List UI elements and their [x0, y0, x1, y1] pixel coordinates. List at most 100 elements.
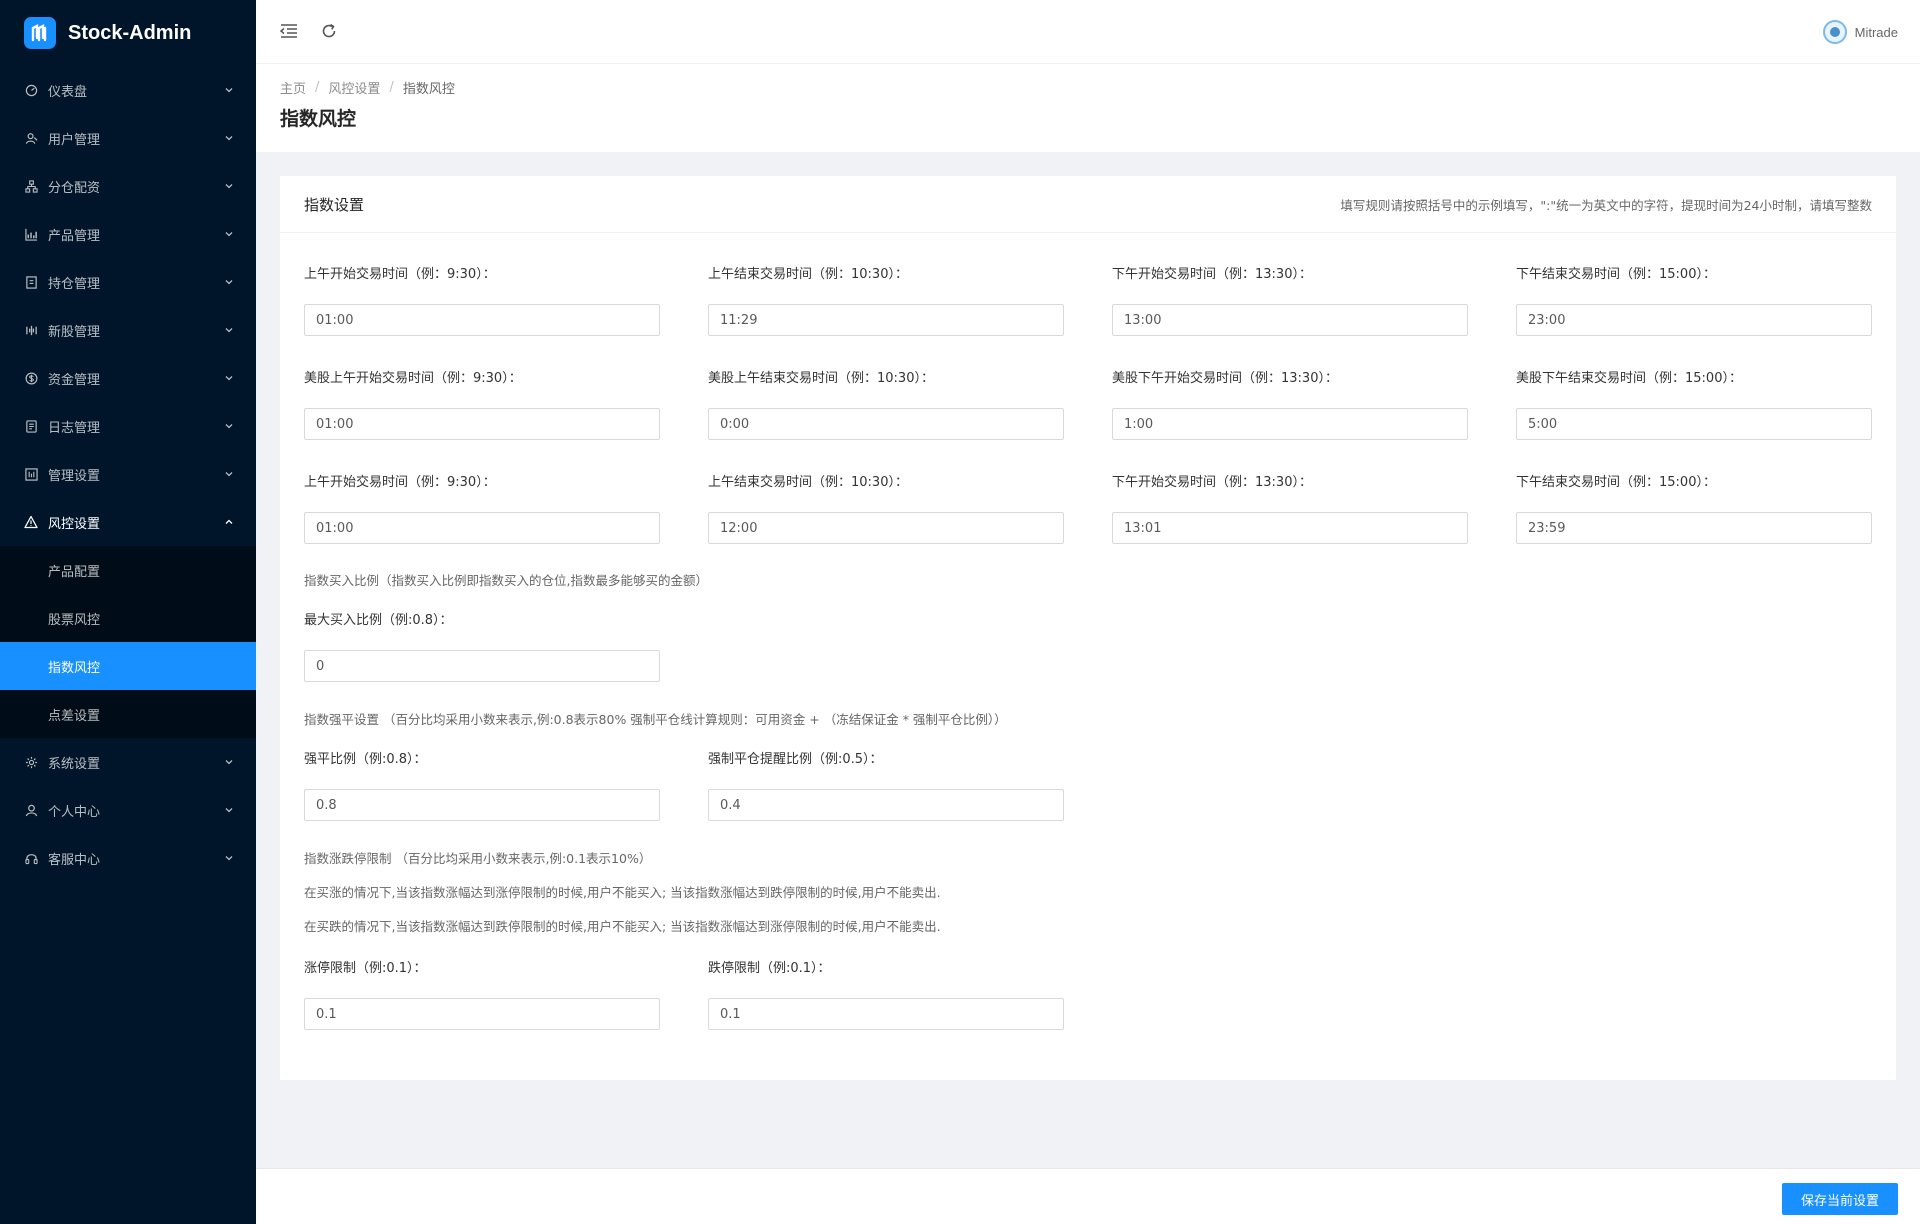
breadcrumb-risk-settings[interactable]: 风控设置 [328, 78, 380, 97]
chevron-down-icon [225, 232, 233, 237]
us-pm-start-input[interactable] [1112, 408, 1468, 440]
save-settings-button[interactable]: 保存当前设置 [1782, 1183, 1898, 1215]
card-header: 指数设置 填写规则请按照括号中的示例填写，":"统一为英文中的字符，提现时间为2… [280, 176, 1896, 233]
am-start-input[interactable] [304, 304, 660, 336]
field-label: 下午开始交易时间（例：13:30）： [1112, 267, 1312, 282]
am-end-input[interactable] [708, 304, 1064, 336]
sidebar-item-system-settings[interactable]: 系统设置 [0, 738, 256, 786]
sidebar-item-logs[interactable]: 日志管理 [0, 402, 256, 450]
avatar [1822, 20, 1847, 44]
max-buy-field: 最大买入比例（例:0.8）： [304, 612, 660, 682]
sidebar-item-product[interactable]: 产品管理 [0, 210, 256, 258]
sidebar-item-label: 管理设置 [48, 468, 101, 484]
force-ratio-field: 强平比例（例:0.8）： [304, 751, 660, 821]
sidebar-item-label: 新股管理 [48, 324, 101, 340]
limit-down-input[interactable] [708, 998, 1064, 1030]
sidebar-item-label: 系统设置 [48, 756, 101, 772]
force-ratio-input[interactable] [304, 789, 660, 821]
pm-end-input-2[interactable] [1516, 512, 1872, 544]
bars-icon [24, 323, 38, 337]
us-pm-end-input[interactable] [1516, 408, 1872, 440]
pm-end-field: 下午结束交易时间（例：15:00）： [1516, 266, 1872, 336]
user-menu[interactable]: Mitrade [1822, 20, 1898, 44]
am-end-field-2: 上午结束交易时间（例：10:30）： [708, 474, 1064, 544]
sidebar-subitem-product-config[interactable]: 产品配置 [0, 546, 256, 594]
page-title: 指数风控 [280, 108, 357, 130]
dollar-icon [24, 371, 38, 385]
breadcrumb-separator: / [389, 79, 394, 95]
field-label: 强制平仓提醒比例（例:0.5）： [708, 752, 883, 767]
sidebar-item-position[interactable]: 持仓管理 [0, 258, 256, 306]
field-label: 美股下午开始交易时间（例：13:30）： [1112, 371, 1338, 386]
pm-end-input[interactable] [1516, 304, 1872, 336]
am-end-input-2[interactable] [708, 512, 1064, 544]
sidebar-subitem-index-risk[interactable]: 指数风控 [0, 642, 256, 690]
am-start-field-2: 上午开始交易时间（例：9:30）： [304, 474, 660, 544]
pm-start-field-2: 下午开始交易时间（例：13:30）： [1112, 474, 1468, 544]
us-am-start-input[interactable] [304, 408, 660, 440]
chevron-down-icon [225, 472, 233, 477]
sidebar-item-label: 产品管理 [48, 228, 101, 244]
sidebar-item-risk-control[interactable]: 风控设置 [0, 498, 256, 546]
app-logo[interactable]: Stock-Admin [0, 0, 256, 66]
field-label: 上午开始交易时间（例：9:30）： [304, 475, 496, 490]
chevron-down-icon [225, 280, 233, 285]
pm-end-field-2: 下午结束交易时间（例：15:00）： [1516, 474, 1872, 544]
sidebar-item-customer-service[interactable]: 客服中心 [0, 834, 256, 882]
us-am-end-input[interactable] [708, 408, 1064, 440]
sidebar-item-funds[interactable]: 资金管理 [0, 354, 256, 402]
app-title: Stock-Admin [68, 21, 192, 44]
sidebar-item-label: 日志管理 [48, 420, 101, 436]
field-label: 上午结束交易时间（例：10:30）： [708, 267, 908, 282]
sidebar-item-admin-settings[interactable]: 管理设置 [0, 450, 256, 498]
user-manage-icon [24, 131, 38, 145]
sidebar-subitem-spread-settings[interactable]: 点差设置 [0, 690, 256, 738]
field-label: 美股下午结束交易时间（例：15:00）： [1516, 371, 1742, 386]
sidebar: Stock-Admin 仪表盘 用户管理 分仓配资 产品管理 持仓管理 新股管理… [0, 0, 256, 1224]
reload-button[interactable] [318, 20, 340, 42]
person-icon [24, 803, 38, 817]
chevron-down-icon [225, 184, 233, 189]
limit-note-rise: 在买涨的情况下,当该指数涨幅达到涨停限制的时候,用户不能买入; 当该指数涨幅达到… [304, 885, 941, 900]
sidebar-item-label: 个人中心 [48, 804, 101, 820]
card-hint: 填写规则请按照括号中的示例填写，":"统一为英文中的字符，提现时间为24小时制，… [1340, 197, 1872, 213]
sidebar-item-label: 仪表盘 [48, 84, 88, 100]
sidebar-item-label: 用户管理 [48, 132, 101, 148]
force-warn-input[interactable] [708, 789, 1064, 821]
sidebar-item-user-manage[interactable]: 用户管理 [0, 114, 256, 162]
menu-fold-button[interactable] [278, 20, 300, 42]
field-label: 跌停限制（例:0.1）： [708, 961, 831, 976]
sidebar-item-personal-center[interactable]: 个人中心 [0, 786, 256, 834]
buy-ratio-note: 指数买入比例（指数买入比例即指数买入的仓位,指数最多能够买的金额） [304, 573, 708, 588]
sidebar-item-label: 资金管理 [48, 372, 101, 388]
us-am-start-field: 美股上午开始交易时间（例：9:30）： [304, 370, 660, 440]
field-label: 下午结束交易时间（例：15:00）： [1516, 267, 1716, 282]
sidebar-item-allocation[interactable]: 分仓配资 [0, 162, 256, 210]
limit-up-input[interactable] [304, 998, 660, 1030]
limit-up-field: 涨停限制（例:0.1）： [304, 960, 660, 1030]
limit-note: 指数涨跌停限制 （百分比均采用小数来表示,例:0.1表示10%） [304, 851, 652, 866]
index-settings-card: 指数设置 填写规则请按照括号中的示例填写，":"统一为英文中的字符，提现时间为2… [280, 176, 1896, 1080]
chart-icon [24, 227, 38, 241]
pm-start-input-2[interactable] [1112, 512, 1468, 544]
gear-icon [24, 755, 38, 769]
pm-start-field: 下午开始交易时间（例：13:30）： [1112, 266, 1468, 336]
reload-icon [322, 23, 336, 38]
chevron-down-icon [225, 328, 233, 333]
position-icon [24, 275, 38, 289]
sidebar-item-dashboard[interactable]: 仪表盘 [0, 66, 256, 114]
field-label: 强平比例（例:0.8）： [304, 752, 427, 767]
sidebar-subitem-stock-risk[interactable]: 股票风控 [0, 594, 256, 642]
sidebar-item-label: 分仓配资 [48, 180, 101, 196]
pm-start-input[interactable] [1112, 304, 1468, 336]
breadcrumb-home[interactable]: 主页 [280, 78, 306, 97]
footer-bar: 保存当前设置 [256, 1168, 1920, 1224]
sidebar-item-ipo[interactable]: 新股管理 [0, 306, 256, 354]
am-start-input-2[interactable] [304, 512, 660, 544]
logo-icon [24, 17, 56, 49]
breadcrumb-separator: / [315, 79, 320, 95]
breadcrumb-current: 指数风控 [402, 81, 455, 97]
us-pm-end-field: 美股下午结束交易时间（例：15:00）： [1516, 370, 1872, 440]
log-icon [24, 419, 38, 433]
max-buy-input[interactable] [304, 650, 660, 682]
